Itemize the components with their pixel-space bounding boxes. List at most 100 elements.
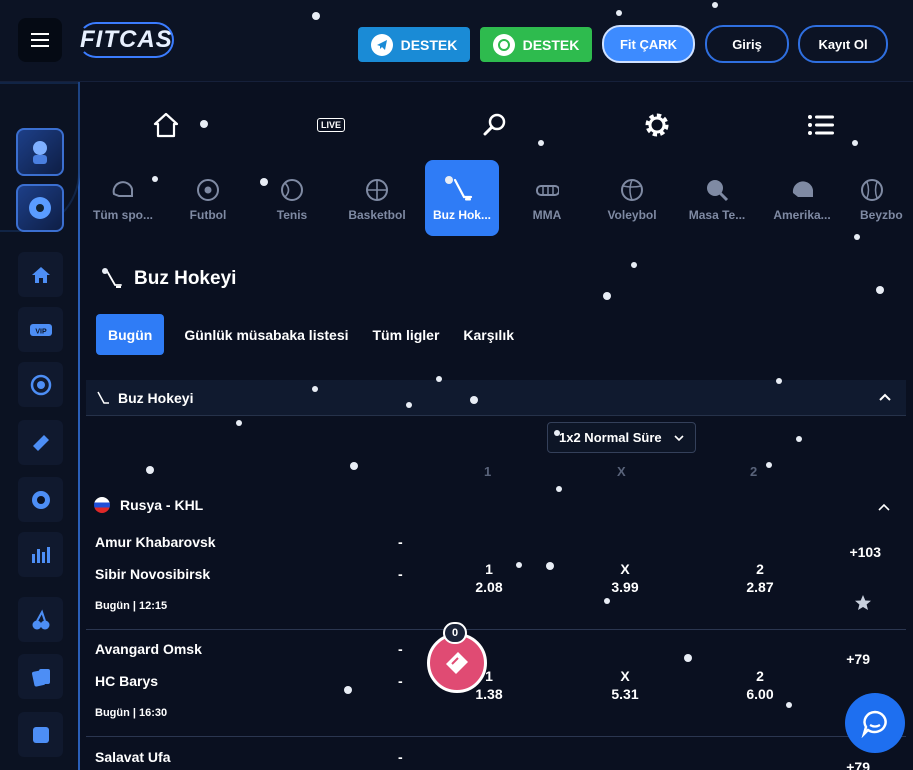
- sport-volleyball[interactable]: Voleybol: [595, 160, 669, 236]
- rail-home[interactable]: [18, 252, 63, 297]
- sport-label: MMA: [532, 208, 562, 222]
- sport-american-football[interactable]: Amerika...: [765, 160, 839, 236]
- odd-label: 2: [756, 561, 764, 577]
- snowflake: [350, 462, 358, 470]
- game-character-icon: [33, 141, 47, 164]
- sport-ice-hockey[interactable]: Buz Hok...: [425, 160, 499, 236]
- snowflake: [604, 598, 610, 604]
- hamburger-icon: [31, 33, 49, 47]
- nav-list[interactable]: [804, 108, 838, 142]
- section-header[interactable]: Buz Hokeyi: [86, 380, 906, 416]
- ticket-icon: [32, 434, 49, 451]
- snowflake: [616, 10, 622, 16]
- sport-football[interactable]: Futbol: [171, 160, 245, 236]
- menu-button[interactable]: [18, 18, 62, 62]
- sport-label: Futbol: [189, 208, 227, 222]
- fit-cark-button[interactable]: Fit ÇARK: [602, 25, 695, 63]
- nav-home[interactable]: [149, 108, 183, 142]
- sport-table-tennis[interactable]: Masa Te...: [680, 160, 754, 236]
- tab-today[interactable]: Bugün: [96, 314, 165, 355]
- home-outline-icon: [153, 112, 179, 138]
- more-markets[interactable]: +79: [846, 759, 870, 770]
- left-rail: VIP: [0, 82, 80, 770]
- sport-label: Beyzbo: [860, 208, 903, 222]
- snowflake: [445, 176, 453, 184]
- hockey-stick-icon: [450, 178, 474, 202]
- odd-button-1[interactable]: 1 2.08: [459, 560, 519, 596]
- sport-tennis[interactable]: Tenis: [255, 160, 329, 236]
- rail-slots[interactable]: [18, 597, 63, 642]
- tab-daily-list[interactable]: Günlük müsabaka listesi: [172, 314, 360, 355]
- odd-label: X: [620, 561, 630, 577]
- home-icon: [31, 266, 50, 283]
- chevron-up-icon[interactable]: [878, 390, 892, 404]
- rail-chart[interactable]: [18, 532, 63, 577]
- snowflake: [146, 466, 154, 474]
- sport-label: Voleybol: [607, 208, 657, 222]
- rail-poker[interactable]: [18, 477, 63, 522]
- home-score: -: [398, 749, 403, 765]
- main-content: LIVE Tüm spo... Futbol Tenis Basketbol B…: [82, 82, 913, 770]
- register-button[interactable]: Kayıt Ol: [798, 25, 888, 63]
- nav-live[interactable]: LIVE: [314, 108, 348, 142]
- rail-cards[interactable]: [18, 654, 63, 699]
- mma-glove-icon: [535, 178, 559, 202]
- snowflake: [712, 2, 718, 8]
- league-row[interactable]: Rusya - KHL: [94, 497, 203, 513]
- snowflake: [766, 462, 772, 468]
- rail-game-1[interactable]: [16, 128, 64, 176]
- logo[interactable]: FITCAS: [78, 22, 174, 58]
- poker-chip-icon: [31, 490, 50, 509]
- rail-ticket[interactable]: [18, 420, 63, 465]
- away-score: -: [398, 566, 403, 582]
- rail-game-2[interactable]: [16, 184, 64, 232]
- odd-value: 2.87: [746, 579, 774, 595]
- sport-all[interactable]: Tüm spo...: [86, 160, 160, 236]
- login-button[interactable]: Giriş: [705, 25, 789, 63]
- dice-icon: [32, 726, 49, 743]
- snowflake: [786, 702, 792, 708]
- logo-ring: [78, 22, 174, 58]
- tab-matchups[interactable]: Karşılık: [451, 314, 526, 355]
- home-team: Avangard Omsk: [95, 641, 202, 657]
- odd-button-x[interactable]: X 5.31: [595, 667, 655, 703]
- star-icon[interactable]: [854, 594, 872, 612]
- sport-basketball[interactable]: Basketbol: [340, 160, 414, 236]
- match-row[interactable]: Amur Khabarovsk - Sibir Novosibirsk - Bu…: [86, 522, 906, 630]
- snowflake: [776, 378, 782, 384]
- snowflake: [603, 292, 611, 300]
- rail-target[interactable]: [18, 362, 63, 407]
- nav-search[interactable]: [478, 108, 512, 142]
- rail-vip[interactable]: VIP: [18, 307, 63, 352]
- match-row[interactable]: Avangard Omsk - HC Barys - Bugün | 16:30…: [86, 629, 906, 737]
- snowflake: [684, 654, 692, 662]
- volleyball-icon: [620, 178, 644, 202]
- snowflake: [236, 420, 242, 426]
- vip-icon: VIP: [29, 323, 52, 336]
- odd-value: 6.00: [746, 686, 774, 702]
- more-markets[interactable]: +103: [849, 544, 881, 560]
- chevron-up-icon[interactable]: [877, 500, 891, 514]
- live-chat-button[interactable]: [845, 693, 905, 753]
- snowflake: [538, 140, 544, 146]
- column-header-1: 1: [484, 464, 492, 479]
- match-row[interactable]: Salavat Ufa - +79: [86, 737, 906, 770]
- snowflake: [200, 120, 208, 128]
- nav-settings[interactable]: [640, 108, 674, 142]
- tab-all-leagues[interactable]: Tüm ligler: [361, 314, 452, 355]
- column-header-2: 2: [750, 464, 758, 479]
- more-markets[interactable]: +79: [846, 651, 870, 667]
- telegram-support-button[interactable]: DESTEK: [358, 27, 470, 62]
- playing-cards-icon: [31, 668, 50, 686]
- whatsapp-support-button[interactable]: DESTEK: [480, 27, 592, 62]
- odd-button-2[interactable]: 2 6.00: [730, 667, 790, 703]
- away-team: HC Barys: [95, 673, 159, 689]
- sport-label: Masa Te...: [688, 208, 746, 222]
- tennis-ball-icon: [280, 178, 304, 202]
- sport-baseball[interactable]: Beyzbo: [850, 160, 913, 236]
- market-select[interactable]: 1x2 Normal Süre: [547, 422, 696, 453]
- odd-button-x[interactable]: X 3.99: [595, 560, 655, 596]
- rail-more[interactable]: [18, 712, 63, 757]
- odd-button-2[interactable]: 2 2.87: [730, 560, 790, 596]
- sport-mma[interactable]: MMA: [510, 160, 584, 236]
